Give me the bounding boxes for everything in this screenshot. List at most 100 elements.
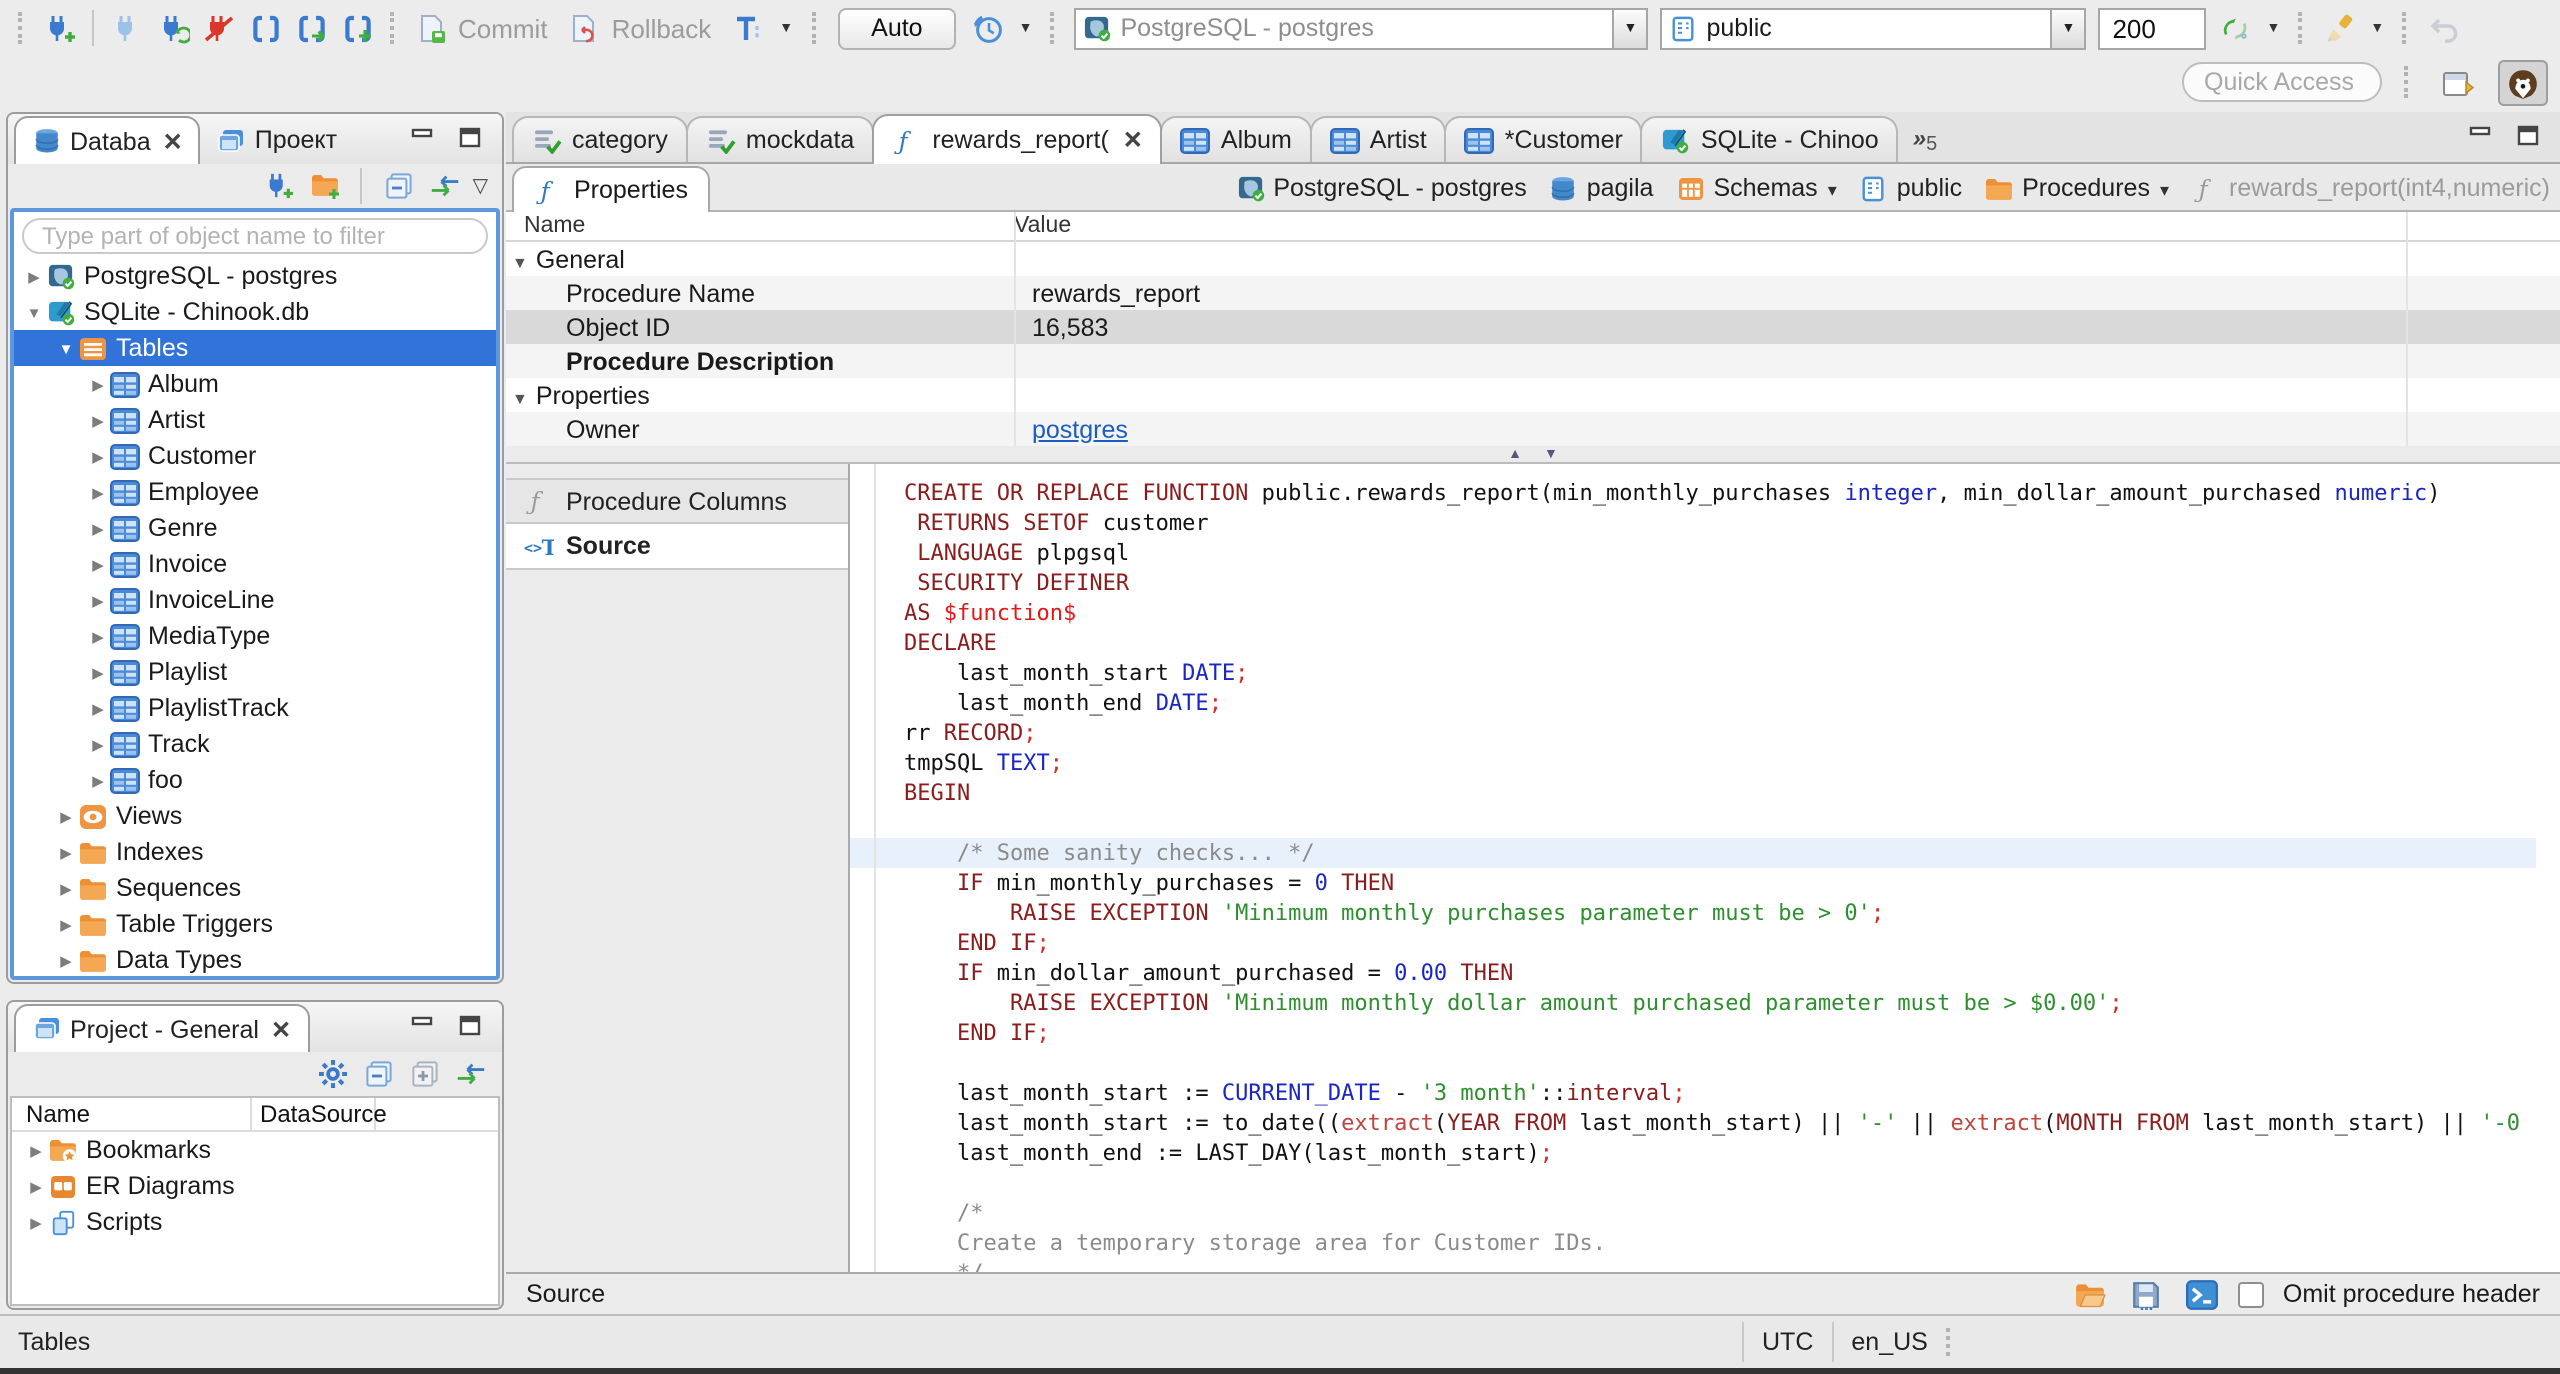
code-line-27[interactable]: */ (850, 1258, 2536, 1272)
commit-button[interactable]: Commit (458, 13, 548, 43)
collapse-all-icon[interactable] (381, 168, 417, 204)
expander-right-icon[interactable] (24, 1177, 48, 1195)
splitter-up-icon[interactable]: ▲ (1508, 447, 1522, 461)
schema-selector[interactable]: public (1660, 7, 2087, 49)
editor-tab-sqlite-chinoo[interactable]: SQLite - Chinoo (1640, 116, 1899, 162)
editor-tab-customer[interactable]: *Customer (1444, 116, 1643, 162)
tree-item-invoice[interactable]: Invoice (14, 546, 496, 582)
undo-icon[interactable] (2422, 7, 2464, 49)
breadcrumb-procedures[interactable]: Procedures (1984, 174, 2169, 202)
refresh-icon[interactable] (2214, 7, 2256, 49)
property-row-general[interactable]: General (506, 242, 2560, 276)
collapse-all-icon[interactable] (360, 1056, 396, 1092)
tab-projects[interactable]: Проект (201, 116, 353, 164)
minimize-icon[interactable] (410, 126, 440, 152)
code-line-23[interactable]: last_month_end := LAST_DAY(last_month_st… (850, 1138, 2536, 1168)
toolbar-drag-handle[interactable] (2402, 12, 2410, 44)
save-to-file-icon[interactable] (2127, 1275, 2165, 1313)
project-item-bookmarks[interactable]: Bookmarks (12, 1132, 498, 1168)
tab-database-navigator[interactable]: Databa ✕ (14, 116, 201, 164)
code-line-17[interactable]: IF min_dollar_amount_purchased = 0.00 TH… (850, 958, 2536, 988)
rollback-button[interactable]: Rollback (612, 13, 712, 43)
persist-console-icon[interactable] (2183, 1275, 2221, 1313)
code-line-16[interactable]: END IF; (850, 928, 2536, 958)
load-from-file-icon[interactable] (2071, 1275, 2109, 1313)
toolbar-drag-handle[interactable] (2298, 12, 2306, 44)
minimize-icon[interactable] (410, 1014, 440, 1040)
connect-icon[interactable] (106, 7, 148, 49)
expander-right-icon[interactable] (86, 627, 110, 645)
expander-right-icon[interactable] (86, 771, 110, 789)
quick-access-input[interactable] (2182, 62, 2382, 102)
code-line-6[interactable]: DECLARE (850, 628, 2536, 658)
new-folder-icon[interactable] (307, 168, 343, 204)
tree-item-views[interactable]: Views (14, 798, 496, 834)
code-line-20[interactable] (850, 1048, 2536, 1078)
tree-item-employee[interactable]: Employee (14, 474, 496, 510)
code-line-15[interactable]: RAISE EXCEPTION 'Minimum monthly purchas… (850, 898, 2536, 928)
expander-right-icon[interactable] (54, 879, 78, 897)
expander-right-icon[interactable] (24, 1141, 48, 1159)
column-header-name[interactable]: Name (506, 214, 1014, 238)
auto-commit-button[interactable]: Auto (837, 7, 957, 49)
expander-right-icon[interactable] (86, 375, 110, 393)
dropdown-arrow-icon[interactable] (1826, 174, 1837, 202)
tree-item-foo[interactable]: foo (14, 762, 496, 798)
property-row-owner[interactable]: Owner postgres (506, 412, 2560, 446)
expander-right-icon[interactable] (22, 267, 46, 285)
property-row-procedure-description[interactable]: Procedure Description (506, 344, 2560, 378)
expander-right-icon[interactable] (86, 483, 110, 501)
code-line-19[interactable]: END IF; (850, 1018, 2536, 1048)
close-tab-icon[interactable]: ✕ (271, 1015, 291, 1043)
code-line-5[interactable]: AS $function$ (850, 598, 2536, 628)
sql-source-editor[interactable]: CREATE OR REPLACE FUNCTION public.reward… (850, 464, 2560, 1272)
code-line-1[interactable]: CREATE OR REPLACE FUNCTION public.reward… (850, 478, 2536, 508)
rollback-icon[interactable] (564, 7, 606, 49)
code-line-11[interactable]: BEGIN (850, 778, 2536, 808)
invalidate-reconnect-icon[interactable] (152, 7, 194, 49)
expand-all-icon[interactable] (406, 1056, 442, 1092)
breadcrumb-postgresql-postgres[interactable]: PostgreSQL - postgres (1235, 174, 1527, 202)
new-connection-icon[interactable] (261, 168, 297, 204)
open-perspective-button[interactable] (2434, 59, 2484, 105)
new-connection-icon[interactable] (38, 7, 80, 49)
code-line-8[interactable]: last_month_end DATE; (850, 688, 2536, 718)
code-line-2[interactable]: RETURNS SETOF customer (850, 508, 2536, 538)
tree-item-invoiceline[interactable]: InvoiceLine (14, 582, 496, 618)
maximize-icon[interactable] (2516, 124, 2546, 150)
minimize-icon[interactable] (2468, 124, 2498, 150)
property-row-procedure-name[interactable]: Procedure Name rewards_report (506, 276, 2560, 310)
group-expander-icon[interactable] (524, 245, 536, 273)
transaction-mode-dropdown-icon[interactable]: ▼ (779, 21, 793, 35)
pane-splitter[interactable]: ▲ ▼ (506, 446, 2560, 464)
code-line-24[interactable] (850, 1168, 2536, 1198)
expander-right-icon[interactable] (24, 1213, 48, 1231)
editor-tab-category[interactable]: category (512, 116, 688, 162)
tree-item-tables[interactable]: Tables (14, 330, 496, 366)
new-sql-script-icon[interactable] (336, 7, 378, 49)
property-row-properties[interactable]: Properties (506, 378, 2560, 412)
tree-item-customer[interactable]: Customer (14, 438, 496, 474)
code-line-4[interactable]: SECURITY DEFINER (850, 568, 2536, 598)
subtab-procedure-columns[interactable]: ƒ Procedure Columns (506, 478, 848, 524)
close-tab-icon[interactable]: ✕ (163, 127, 183, 155)
query-history-icon[interactable] (967, 7, 1009, 49)
breadcrumb-pagila[interactable]: pagila (1549, 174, 1653, 202)
close-tab-icon[interactable]: ✕ (1123, 126, 1143, 154)
project-item-er-diagrams[interactable]: ER Diagrams (12, 1168, 498, 1204)
toolbar-drag-handle[interactable] (2404, 66, 2412, 98)
tree-item-genre[interactable]: Genre (14, 510, 496, 546)
tree-item-track[interactable]: Track (14, 726, 496, 762)
expander-right-icon[interactable] (86, 699, 110, 717)
fetch-size-input[interactable] (2098, 7, 2207, 49)
dbeaver-perspective-button[interactable] (2498, 59, 2548, 105)
new-sql-editor-icon[interactable] (244, 7, 286, 49)
toolbar-drag-handle[interactable] (811, 12, 819, 44)
commit-icon[interactable] (410, 7, 452, 49)
property-value[interactable]: postgres (1014, 415, 2560, 443)
omit-procedure-header-checkbox[interactable] (2238, 1281, 2265, 1307)
schema-dropdown-icon[interactable] (2050, 9, 2085, 47)
wand-dropdown-icon[interactable]: ▼ (2370, 21, 2384, 35)
column-header-datasource[interactable]: DataSource (252, 1098, 387, 1130)
editor-tab-album[interactable]: Album (1160, 116, 1312, 162)
